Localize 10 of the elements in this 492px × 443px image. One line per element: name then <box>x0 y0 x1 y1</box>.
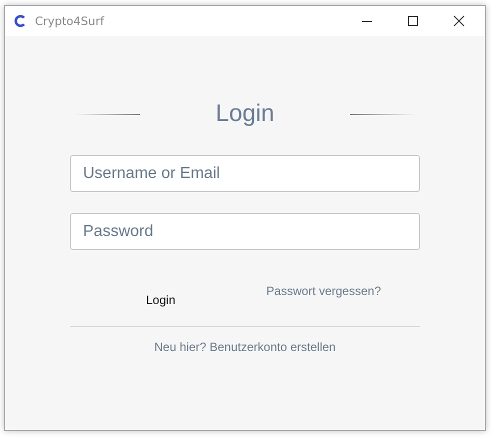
password-field[interactable]: Password <box>70 213 420 250</box>
window-title: Crypto4Surf <box>35 14 104 28</box>
forgot-password-link[interactable]: Passwort vergessen? <box>266 284 381 298</box>
app-logo-icon <box>13 14 27 28</box>
maximize-icon[interactable] <box>407 15 419 27</box>
login-heading: Login <box>216 100 274 128</box>
register-link[interactable]: Neu hier? Benutzerkonto erstellen <box>154 340 336 354</box>
login-button[interactable]: Login <box>146 292 176 308</box>
username-field[interactable]: Username or Email <box>70 155 420 192</box>
close-icon[interactable] <box>453 15 465 27</box>
